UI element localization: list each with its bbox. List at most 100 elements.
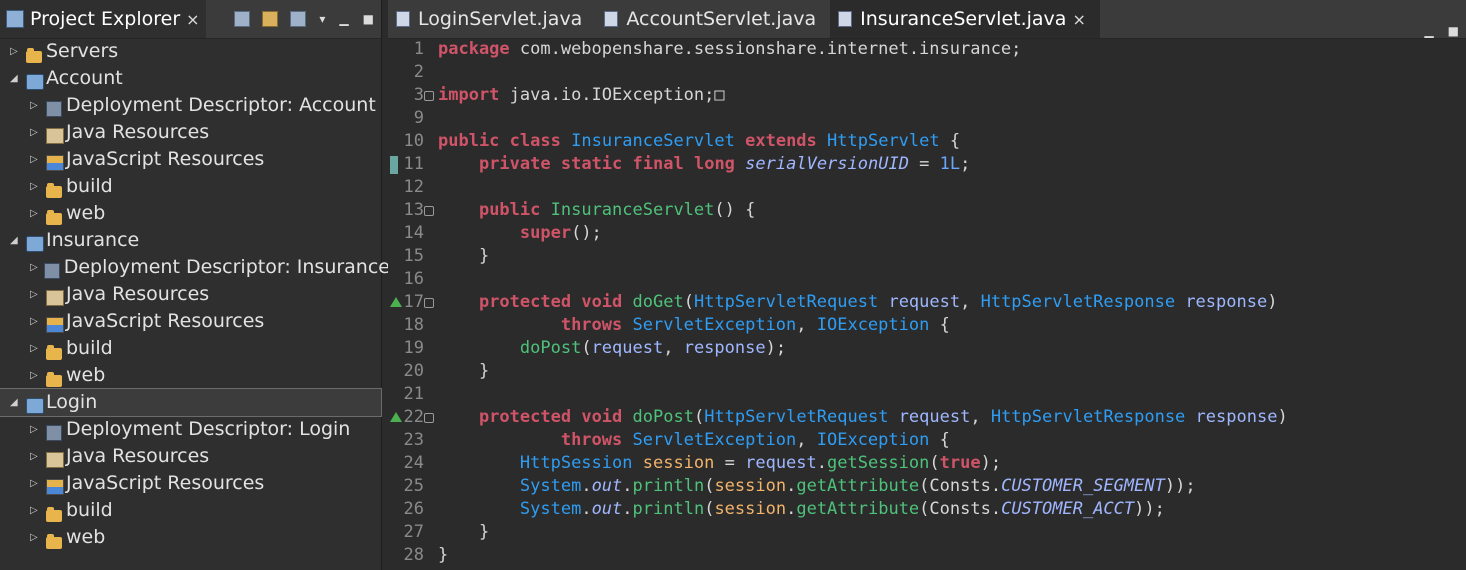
- editor-tab[interactable]: AccountServlet.java: [596, 0, 830, 38]
- collapsed-twisty-icon[interactable]: ▷: [30, 262, 38, 273]
- code-line[interactable]: 9: [388, 107, 1466, 130]
- tree-item[interactable]: ◢ Account: [0, 65, 381, 92]
- collapsed-twisty-icon[interactable]: ▷: [10, 46, 20, 57]
- collapsed-twisty-icon[interactable]: ▷: [30, 370, 40, 381]
- view-menu-icon[interactable]: ▾: [319, 12, 325, 26]
- code-line[interactable]: 23 throws ServletException, IOException …: [388, 429, 1466, 452]
- link-with-editor-icon[interactable]: [262, 11, 279, 27]
- code-line[interactable]: 22 protected void doPost(HttpServletRequ…: [388, 406, 1466, 429]
- tree-item[interactable]: ◢ Login: [0, 388, 382, 417]
- code-token: request: [591, 338, 664, 358]
- code-line[interactable]: 15 }: [388, 245, 1466, 268]
- tree-item[interactable]: ▷ build: [0, 173, 381, 200]
- code-line[interactable]: 13 public InsuranceServlet() {: [388, 199, 1466, 222]
- code-line[interactable]: 26 System.out.println(session.getAttribu…: [388, 498, 1466, 521]
- tree-item[interactable]: ▷ Java Resources: [0, 443, 381, 470]
- tree-item[interactable]: ◢ Insurance: [0, 227, 381, 254]
- code-token: (: [704, 499, 715, 519]
- editor-tab[interactable]: InsuranceServlet.java ×: [830, 0, 1100, 38]
- collapsed-twisty-icon[interactable]: ▷: [30, 289, 40, 300]
- collapsed-twisty-icon[interactable]: ▷: [30, 181, 40, 192]
- project-explorer-header: Project Explorer × ▾ ▁ ■: [0, 0, 381, 39]
- code-line[interactable]: 11 private static final long serialVersi…: [388, 153, 1466, 176]
- tree-item[interactable]: ▷ Deployment Descriptor: Login: [0, 416, 381, 443]
- collapse-all-icon[interactable]: [234, 11, 251, 27]
- code-token: .: [581, 476, 592, 496]
- tree-item[interactable]: ▷ JavaScript Resources: [0, 470, 381, 497]
- code-token: IOException: [816, 315, 930, 335]
- project-explorer-tab[interactable]: Project Explorer ×: [0, 0, 206, 38]
- tree-item[interactable]: ▷ JavaScript Resources: [0, 308, 381, 335]
- minimize-icon[interactable]: ▁: [339, 12, 348, 26]
- filter-icon[interactable]: [290, 11, 307, 27]
- code-line[interactable]: 27 }: [388, 521, 1466, 544]
- code-editor[interactable]: 1 package com.webopenshare.sessionshare.i…: [388, 38, 1466, 570]
- tree-item[interactable]: ▷ web: [0, 200, 381, 227]
- code-line[interactable]: 14 super();: [388, 222, 1466, 245]
- code-line[interactable]: 12: [388, 176, 1466, 199]
- code-line[interactable]: 10 public class InsuranceServlet extends …: [388, 130, 1466, 153]
- fold-toggle-icon[interactable]: [424, 413, 434, 423]
- code-line[interactable]: 16: [388, 268, 1466, 291]
- code-token: extends: [745, 131, 817, 151]
- fold-toggle-icon[interactable]: [424, 91, 434, 101]
- collapsed-twisty-icon[interactable]: ▷: [30, 208, 40, 219]
- code-token: request: [745, 453, 817, 473]
- tree-item-label: Java Resources: [66, 445, 210, 467]
- code-token: {: [939, 131, 961, 151]
- code-line[interactable]: 3 import java.io.IOException;□: [388, 84, 1466, 107]
- code-line[interactable]: 24 HttpSession session = request.getSess…: [388, 452, 1466, 475]
- tree-item[interactable]: ▷ Java Resources: [0, 281, 381, 308]
- tree-item[interactable]: ▷ Java Resources: [0, 119, 381, 146]
- collapsed-twisty-icon[interactable]: ▷: [30, 532, 40, 543]
- tree-item[interactable]: ▷ build: [0, 335, 381, 362]
- code-line[interactable]: 20 }: [388, 360, 1466, 383]
- maximize-icon[interactable]: ■: [363, 12, 374, 26]
- fold-toggle-icon[interactable]: [424, 206, 434, 216]
- code-line[interactable]: 25 System.out.println(session.getAttribu…: [388, 475, 1466, 498]
- line-number: 24: [403, 453, 424, 473]
- javascript-resources-icon: [46, 152, 64, 171]
- close-icon[interactable]: ×: [1072, 10, 1085, 29]
- close-icon[interactable]: ×: [186, 10, 199, 29]
- collapsed-twisty-icon[interactable]: ▷: [30, 424, 40, 435]
- tree-item[interactable]: ▷ web: [0, 524, 381, 551]
- collapsed-twisty-icon[interactable]: ▷: [30, 100, 40, 111]
- code-token: void: [581, 292, 623, 312]
- collapsed-twisty-icon[interactable]: ▷: [30, 478, 40, 489]
- tree-item[interactable]: ▷ Deployment Descriptor: Insurance: [0, 254, 390, 281]
- code-line[interactable]: 18 throws ServletException, IOException …: [388, 314, 1466, 337]
- code-line[interactable]: 2: [388, 61, 1466, 84]
- code-line[interactable]: 19 doPost(request, response);: [388, 337, 1466, 360]
- tree-item[interactable]: ▷ build: [0, 497, 381, 524]
- code-token: Consts.: [929, 499, 1002, 519]
- collapsed-twisty-icon[interactable]: ▷: [30, 451, 40, 462]
- tree-item[interactable]: ▷ Servers: [0, 38, 381, 65]
- tree-item[interactable]: ▷ JavaScript Resources: [0, 146, 381, 173]
- maximize-icon[interactable]: ■: [1448, 24, 1459, 38]
- fold-toggle-icon[interactable]: [424, 298, 434, 308]
- collapsed-twisty-icon[interactable]: ▷: [30, 343, 40, 354]
- collapsed-twisty-icon[interactable]: ▷: [30, 154, 40, 165]
- tree-item[interactable]: ▷ Deployment Descriptor: Account: [0, 92, 381, 119]
- code-line[interactable]: 28}: [388, 544, 1466, 567]
- collapsed-twisty-icon[interactable]: ▷: [30, 505, 40, 516]
- line-number: 22: [388, 406, 434, 429]
- code-line[interactable]: 17 protected void doGet(HttpServletReque…: [388, 291, 1466, 314]
- collapsed-twisty-icon[interactable]: ▷: [30, 127, 40, 138]
- expanded-twisty-icon[interactable]: ◢: [10, 73, 20, 84]
- expanded-twisty-icon[interactable]: ◢: [10, 397, 20, 408]
- expanded-twisty-icon[interactable]: ◢: [10, 235, 20, 246]
- code-line[interactable]: 1 package com.webopenshare.sessionshare.i…: [388, 38, 1466, 61]
- minimize-icon[interactable]: ▁: [1424, 24, 1433, 38]
- tree-item[interactable]: ▷ web: [0, 362, 381, 389]
- editor-tab-label: AccountServlet.java: [626, 8, 817, 30]
- code-line[interactable]: 21: [388, 383, 1466, 406]
- collapsed-twisty-icon[interactable]: ▷: [30, 316, 40, 327]
- editor-tab[interactable]: LoginServlet.java: [388, 0, 596, 38]
- code-token: (: [929, 453, 940, 473]
